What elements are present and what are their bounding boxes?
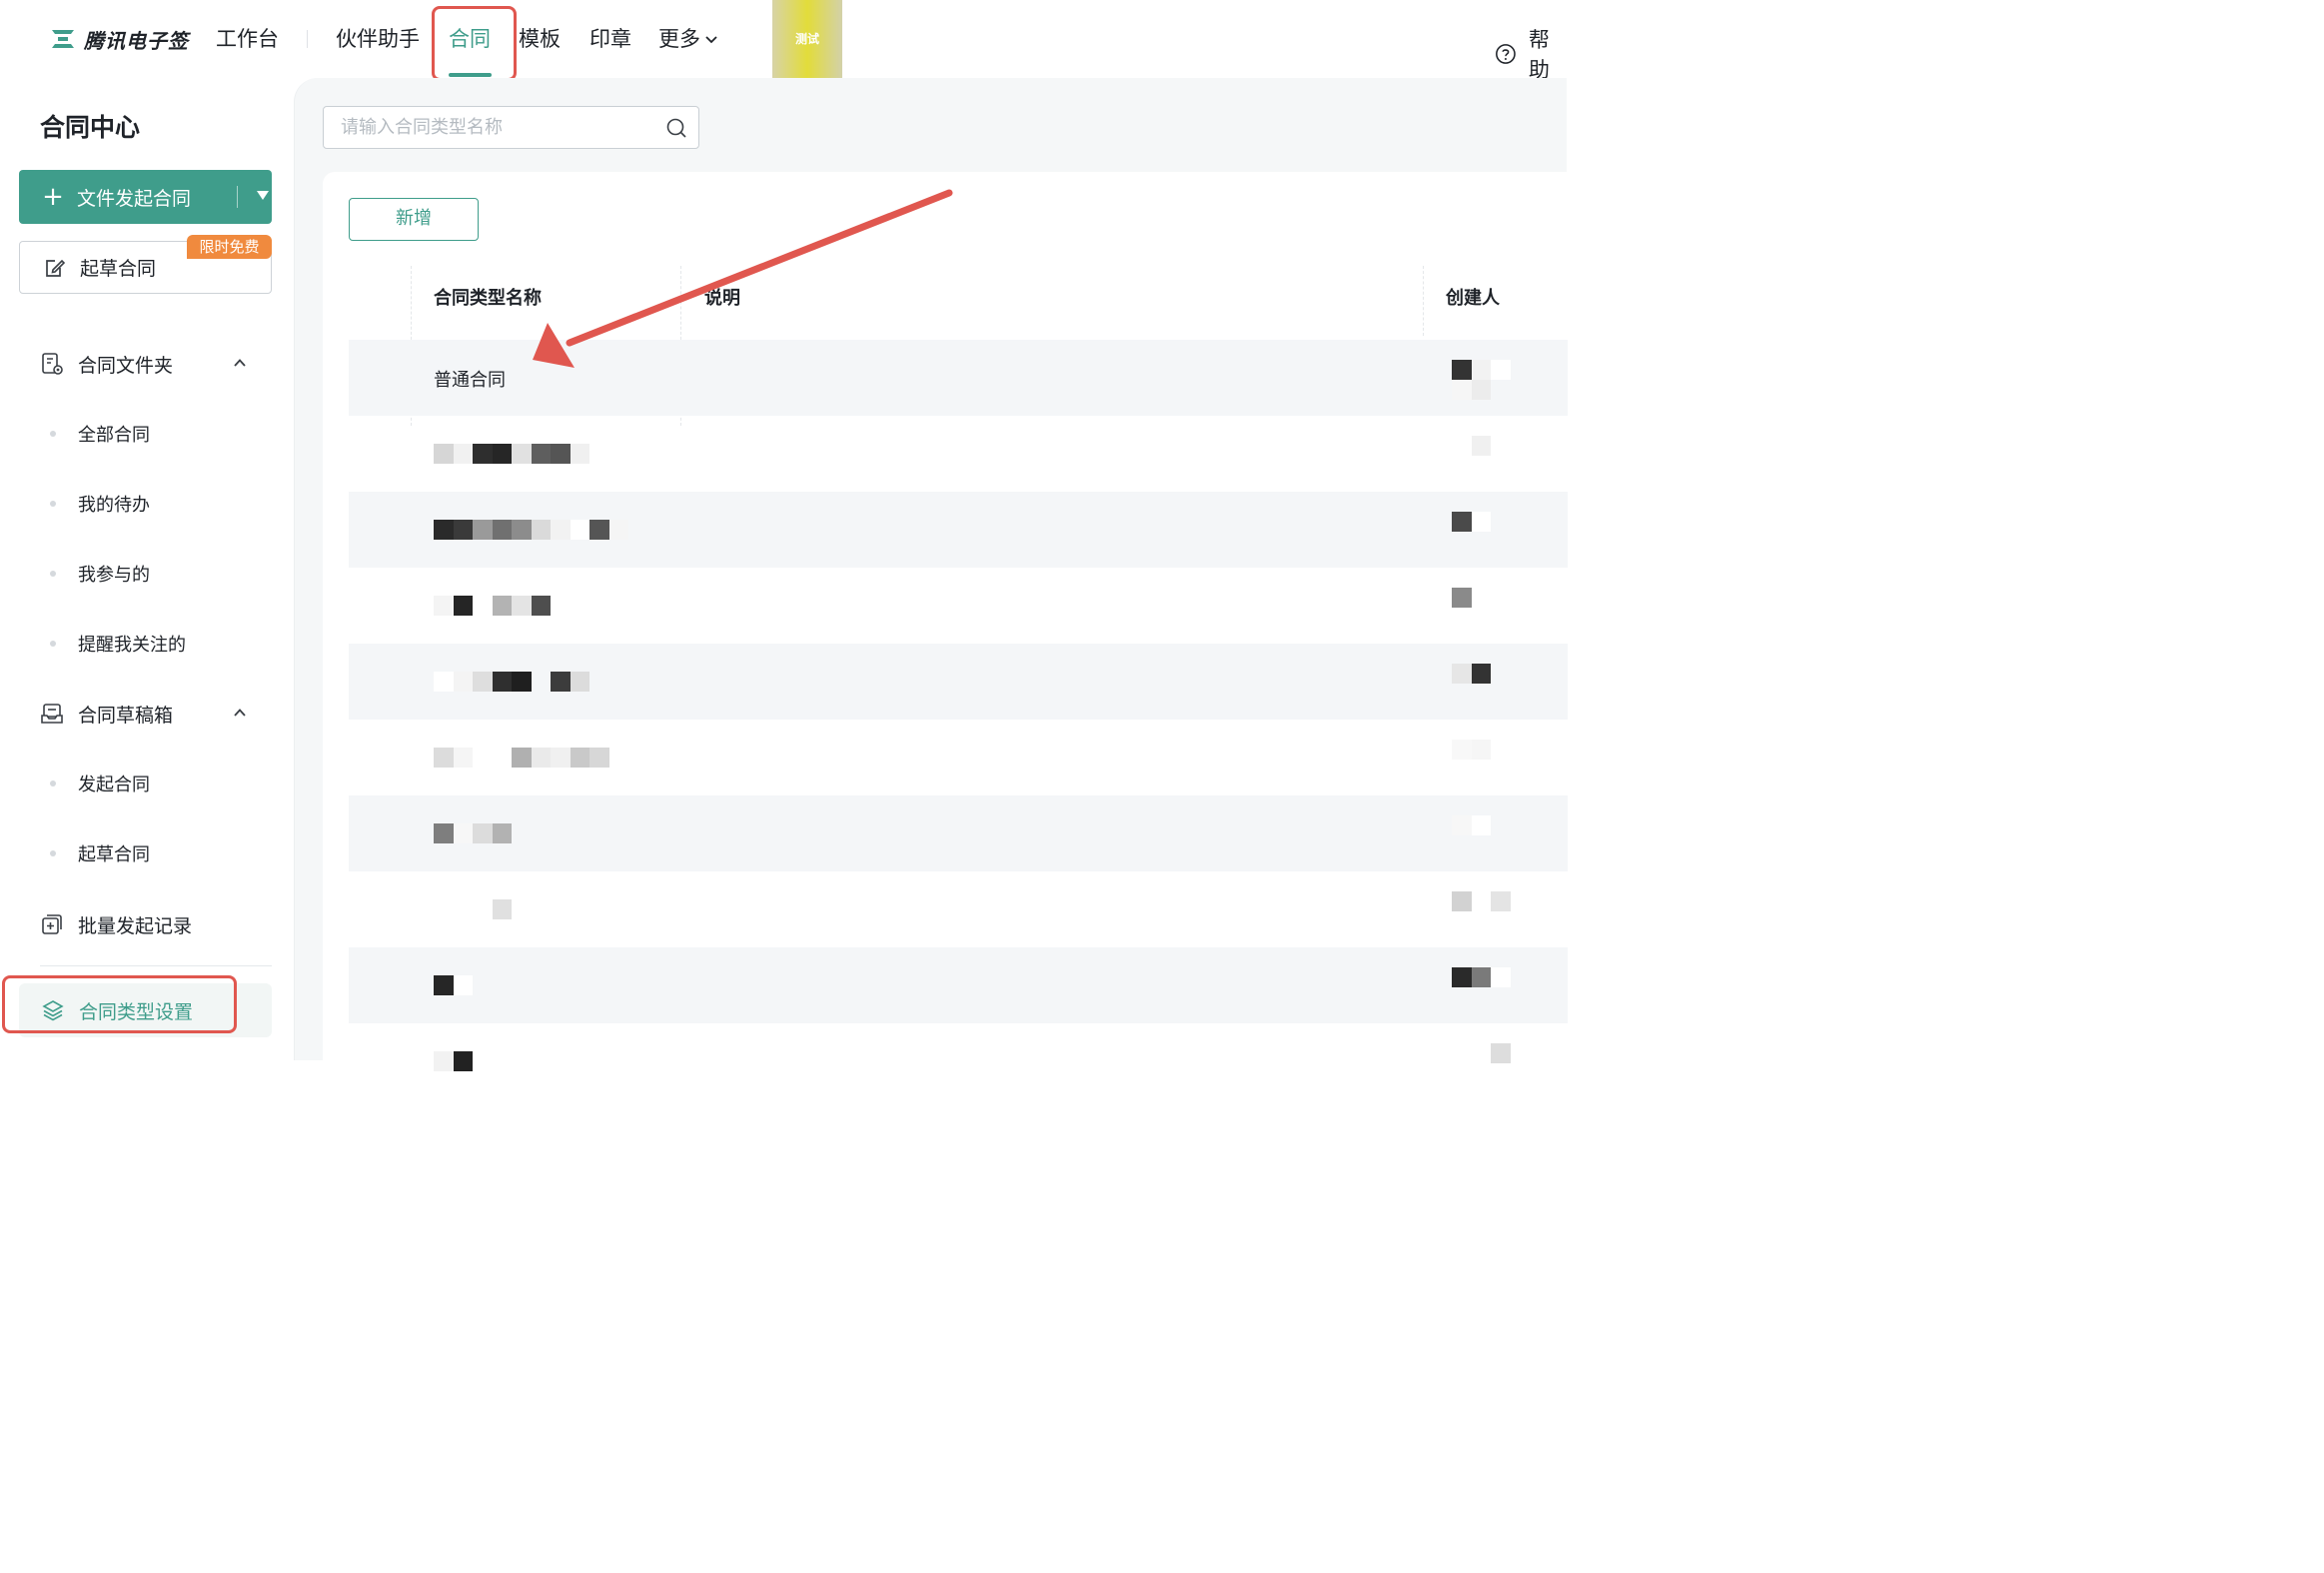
help-icon bbox=[1496, 44, 1516, 64]
creator-avatar-redacted bbox=[1452, 891, 1512, 931]
menu-draft-box[interactable]: 合同草稿箱 bbox=[40, 699, 246, 729]
edit-doc-icon bbox=[46, 259, 66, 277]
redacted-name bbox=[434, 899, 512, 919]
sidebar-divider bbox=[40, 965, 272, 966]
redacted-name bbox=[434, 672, 589, 692]
creator-avatar-redacted bbox=[1452, 512, 1512, 552]
column-header-creator: 创建人 bbox=[1446, 288, 1500, 309]
table-row[interactable] bbox=[349, 568, 1568, 644]
bullet-dot bbox=[50, 641, 56, 647]
draft-contract-label: 起草合同 bbox=[80, 258, 157, 280]
nav-partner-assistant[interactable]: 伙伴助手 bbox=[336, 22, 420, 56]
top-nav: 腾讯电子签 工作台 伙伴助手 合同 模板 印章 更多 测试 帮助 bbox=[0, 0, 1567, 82]
sidebar-item-label: 起草合同 bbox=[78, 844, 150, 865]
table-row[interactable] bbox=[349, 416, 1568, 492]
page-title: 合同中心 bbox=[40, 113, 141, 142]
annotation-highlight-sidebar bbox=[2, 975, 237, 1033]
creator-avatar-redacted bbox=[1452, 1043, 1512, 1083]
redacted-name bbox=[434, 823, 512, 843]
sidebar-item-my-todo[interactable]: 我的待办 bbox=[50, 489, 150, 519]
nav-more-label: 更多 bbox=[658, 27, 700, 51]
plus-icon: + bbox=[42, 182, 64, 212]
sidebar-item-label: 全部合同 bbox=[78, 425, 150, 446]
menu-batch-records-label: 批量发起记录 bbox=[78, 914, 193, 937]
menu-contract-folder[interactable]: 合同文件夹 bbox=[40, 349, 246, 379]
redacted-name bbox=[434, 520, 628, 540]
sidebar-item-all-contracts[interactable]: 全部合同 bbox=[50, 419, 150, 449]
bullet-dot bbox=[50, 431, 56, 437]
table-row[interactable] bbox=[349, 871, 1568, 947]
chevron-down-icon bbox=[705, 36, 717, 44]
search-input[interactable] bbox=[341, 117, 650, 138]
nav-template[interactable]: 模板 bbox=[519, 22, 561, 56]
menu-draft-box-label: 合同草稿箱 bbox=[78, 704, 174, 727]
table-row[interactable] bbox=[349, 492, 1568, 568]
tencent-esign-logo-icon bbox=[52, 30, 74, 48]
sidebar-item-draft-initiate[interactable]: 发起合同 bbox=[50, 769, 150, 798]
redacted-name bbox=[434, 444, 589, 464]
nav-more[interactable]: 更多 bbox=[658, 22, 718, 56]
sidebar-item-label: 我的待办 bbox=[78, 495, 150, 516]
table-row[interactable] bbox=[349, 644, 1568, 720]
nav-workbench[interactable]: 工作台 bbox=[216, 22, 279, 56]
sidebar-item-followed[interactable]: 提醒我关注的 bbox=[50, 629, 186, 659]
search-box[interactable] bbox=[323, 106, 699, 149]
help-link[interactable]: 帮助 bbox=[1495, 24, 1567, 84]
table-row[interactable] bbox=[349, 795, 1568, 871]
table-row[interactable] bbox=[349, 1023, 1568, 1071]
column-header-name: 合同类型名称 bbox=[434, 288, 542, 309]
creator-avatar-redacted bbox=[1452, 360, 1512, 400]
creator-avatar-redacted bbox=[1452, 436, 1512, 476]
bullet-dot bbox=[50, 501, 56, 507]
help-label: 帮助 bbox=[1528, 28, 1550, 82]
bullet-dot bbox=[50, 850, 56, 856]
chevron-up-icon[interactable] bbox=[233, 706, 247, 720]
redacted-name bbox=[434, 1051, 473, 1071]
nav-divider bbox=[307, 30, 308, 48]
table-row[interactable] bbox=[349, 947, 1568, 1023]
creator-avatar-redacted bbox=[1452, 664, 1512, 704]
draft-box-icon bbox=[41, 704, 63, 724]
annotation-highlight-nav bbox=[432, 6, 517, 81]
contract-folder-icon bbox=[42, 353, 63, 375]
batch-icon bbox=[42, 914, 62, 934]
creator-avatar-redacted bbox=[1452, 967, 1512, 1007]
dropdown-caret-icon[interactable] bbox=[257, 191, 269, 200]
redacted-name bbox=[434, 596, 551, 616]
test-env-badge: 测试 bbox=[772, 0, 842, 78]
redacted-name bbox=[434, 748, 609, 768]
free-tag-badge: 限时免费 bbox=[187, 235, 272, 259]
contract-type-card: 新增 合同类型名称 说明 创建人 普通合同 bbox=[323, 172, 1568, 1071]
creator-avatar-redacted bbox=[1452, 740, 1512, 780]
column-divider bbox=[1423, 266, 1424, 336]
table-row[interactable]: 普通合同 bbox=[349, 340, 1568, 416]
menu-contract-folder-label: 合同文件夹 bbox=[78, 354, 174, 377]
search-icon[interactable] bbox=[665, 117, 687, 139]
button-divider bbox=[237, 186, 238, 208]
bullet-dot bbox=[50, 781, 56, 786]
menu-batch-records[interactable]: 批量发起记录 bbox=[40, 909, 192, 939]
creator-avatar-redacted bbox=[1452, 815, 1512, 855]
upload-contract-label: 文件发起合同 bbox=[77, 187, 192, 210]
table-row[interactable] bbox=[349, 720, 1568, 795]
contract-type-name: 普通合同 bbox=[434, 370, 506, 391]
column-header-description: 说明 bbox=[704, 288, 740, 309]
sidebar-item-participated[interactable]: 我参与的 bbox=[50, 559, 150, 589]
main-content: 新增 合同类型名称 说明 创建人 普通合同 bbox=[294, 78, 1568, 1071]
bullet-dot bbox=[50, 571, 56, 577]
sidebar-item-label: 提醒我关注的 bbox=[78, 635, 186, 656]
redacted-name bbox=[434, 975, 473, 995]
sidebar-item-label: 发起合同 bbox=[78, 775, 150, 795]
chevron-up-icon[interactable] bbox=[233, 356, 247, 370]
brand-name: 腾讯电子签 bbox=[84, 28, 189, 53]
brand[interactable]: 腾讯电子签 bbox=[50, 24, 189, 54]
upload-contract-button[interactable]: + 文件发起合同 bbox=[19, 170, 272, 224]
sidebar-item-label: 我参与的 bbox=[78, 565, 150, 586]
creator-avatar-redacted bbox=[1452, 588, 1512, 628]
add-button[interactable]: 新增 bbox=[349, 198, 479, 241]
sidebar-item-draft-compose[interactable]: 起草合同 bbox=[50, 838, 150, 868]
sidebar: 合同中心 + 文件发起合同 起草合同 限时免费 合同文件夹 全部合同 我的待办 bbox=[0, 78, 294, 1060]
nav-seal[interactable]: 印章 bbox=[589, 22, 631, 56]
